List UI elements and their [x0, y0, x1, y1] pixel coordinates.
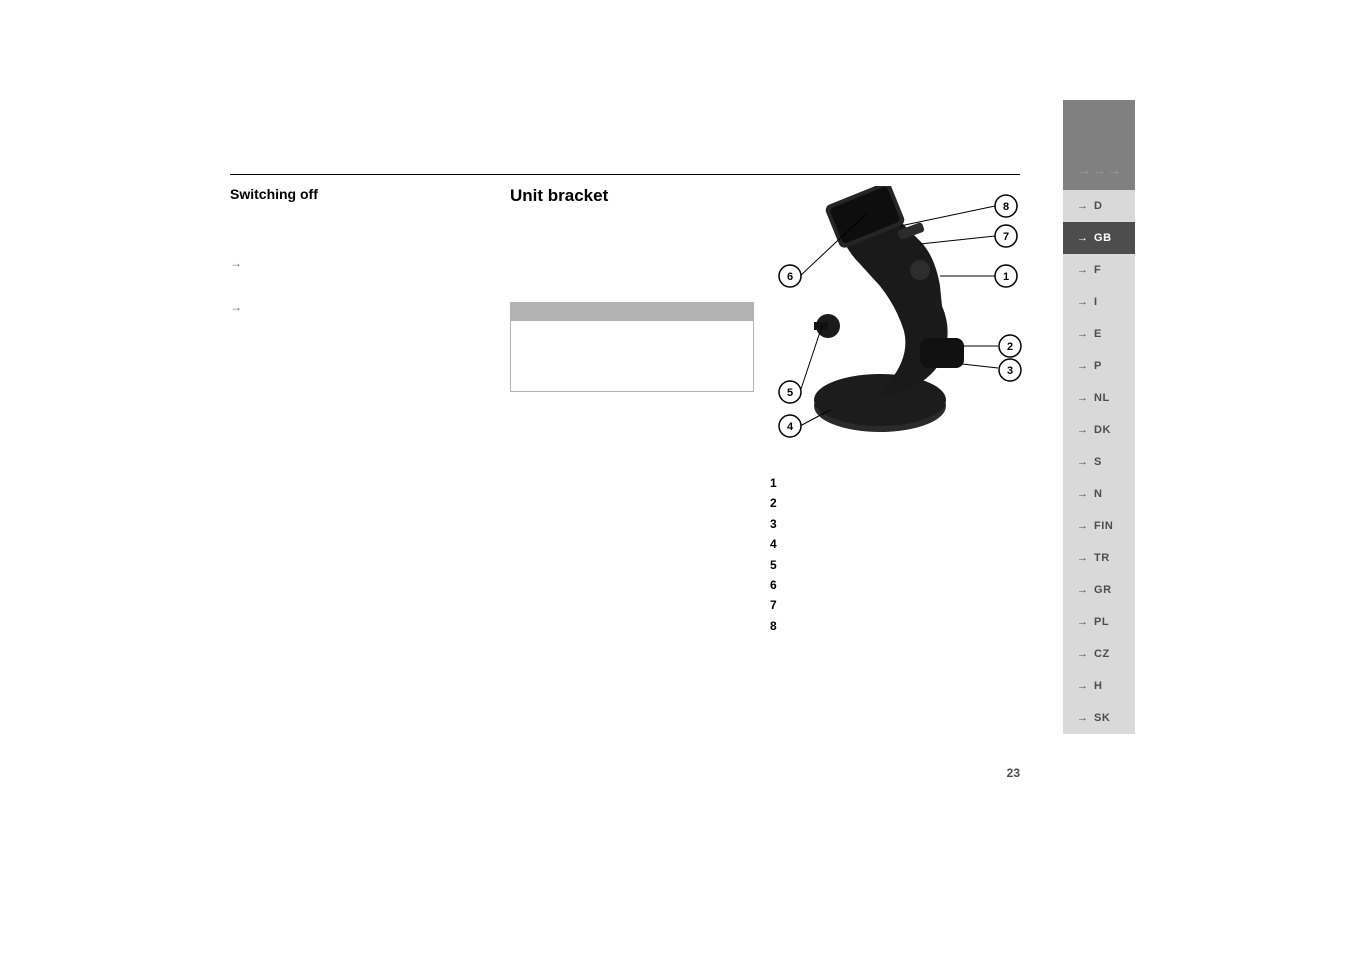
legend-row: 7: [770, 595, 1030, 615]
lang-tab-e[interactable]: → E: [1063, 318, 1135, 350]
legend-number: 5: [770, 555, 780, 575]
callout-8: 8: [995, 195, 1017, 217]
lang-tab-gb[interactable]: → GB: [1063, 222, 1135, 254]
lang-tab-s[interactable]: → S: [1063, 446, 1135, 478]
legend-number: 4: [770, 534, 780, 554]
legend-number: 3: [770, 514, 780, 534]
lang-tab-sk[interactable]: → SK: [1063, 702, 1135, 734]
legend-number: 8: [770, 616, 780, 636]
heading-switching-off: Switching off: [230, 186, 480, 202]
note-body: [510, 320, 754, 392]
svg-text:2: 2: [1007, 341, 1013, 353]
header-tab-block: →→→: [1063, 100, 1135, 190]
arrow-icon: →: [1077, 520, 1089, 532]
lang-tab-h[interactable]: → H: [1063, 670, 1135, 702]
legend-row: 5: [770, 555, 1030, 575]
page-number: 23: [1007, 766, 1020, 780]
lang-tab-nl[interactable]: → NL: [1063, 382, 1135, 414]
lang-tab-d[interactable]: → D: [1063, 190, 1135, 222]
arrow-icon: →: [1077, 648, 1089, 660]
legend-row: 8: [770, 616, 1030, 636]
legend-number: 6: [770, 575, 780, 595]
language-sidebar: → D→ GB→ F→ I→ E→ P→ NL→ DK→ S→ N→ FIN→ …: [1063, 190, 1135, 734]
svg-text:6: 6: [787, 271, 793, 283]
callout-4: 4: [779, 415, 801, 437]
arrow-icon: →: [1077, 296, 1089, 308]
column-unit-bracket: Unit bracket: [510, 186, 760, 392]
arrow-icon: →: [1077, 392, 1089, 404]
svg-text:1: 1: [1003, 271, 1009, 283]
header-arrows-icon: →→→: [1077, 162, 1122, 178]
arrow-icon: →: [1077, 680, 1089, 692]
callout-6: 6: [779, 265, 801, 287]
callout-1: 1: [995, 265, 1017, 287]
lang-tab-p[interactable]: → P: [1063, 350, 1135, 382]
body-text: [510, 220, 760, 290]
lang-tab-cz[interactable]: → CZ: [1063, 638, 1135, 670]
arrow-icon: →: [1077, 456, 1089, 468]
legend-row: 3: [770, 514, 1030, 534]
svg-text:3: 3: [1007, 365, 1013, 377]
callout-3: 3: [999, 359, 1021, 381]
list-arrow-icon: →: [230, 256, 480, 270]
unit-bracket-figure: 8 7 1 2 3: [770, 186, 1030, 456]
legend-number: 7: [770, 595, 780, 615]
svg-text:7: 7: [1003, 231, 1009, 243]
legend-row: 6: [770, 575, 1030, 595]
arrow-icon: →: [1077, 712, 1089, 724]
column-figure: 8 7 1 2 3: [770, 186, 1030, 636]
legend-row: 1: [770, 473, 1030, 493]
arrow-icon: →: [1077, 584, 1089, 596]
body-text: [230, 214, 480, 250]
legend-row: 4: [770, 534, 1030, 554]
column-switching-off: Switching off → →: [230, 186, 480, 320]
lang-tab-fin[interactable]: → FIN: [1063, 510, 1135, 542]
svg-text:5: 5: [787, 387, 793, 399]
callout-5: 5: [779, 381, 801, 403]
header-rule: [230, 174, 1020, 175]
lang-tab-dk[interactable]: → DK: [1063, 414, 1135, 446]
arrow-icon: →: [1077, 264, 1089, 276]
lang-tab-n[interactable]: → N: [1063, 478, 1135, 510]
legend-row: 2: [770, 493, 1030, 513]
arrow-icon: →: [1077, 552, 1089, 564]
arrow-icon: →: [1077, 328, 1089, 340]
figure-legend: 12345678: [770, 473, 1030, 636]
arrow-icon: →: [1077, 200, 1089, 212]
lang-tab-gr[interactable]: → GR: [1063, 574, 1135, 606]
legend-number: 1: [770, 473, 780, 493]
body-text: [230, 276, 480, 294]
list-arrow-icon: →: [230, 300, 480, 314]
arrow-icon: →: [1077, 424, 1089, 436]
lang-tab-i[interactable]: → I: [1063, 286, 1135, 318]
note-box: [510, 302, 754, 392]
callout-2: 2: [999, 335, 1021, 357]
heading-unit-bracket: Unit bracket: [510, 186, 760, 206]
arrow-icon: →: [1077, 360, 1089, 372]
legend-number: 2: [770, 493, 780, 513]
arrow-icon: →: [1077, 616, 1089, 628]
note-header-bar: [510, 302, 754, 320]
arrow-icon: →: [1077, 488, 1089, 500]
lang-tab-f[interactable]: → F: [1063, 254, 1135, 286]
arrow-icon: →: [1077, 232, 1089, 244]
svg-text:8: 8: [1003, 201, 1009, 213]
callout-7: 7: [995, 225, 1017, 247]
lang-tab-pl[interactable]: → PL: [1063, 606, 1135, 638]
lang-tab-tr[interactable]: → TR: [1063, 542, 1135, 574]
svg-text:4: 4: [787, 421, 794, 433]
